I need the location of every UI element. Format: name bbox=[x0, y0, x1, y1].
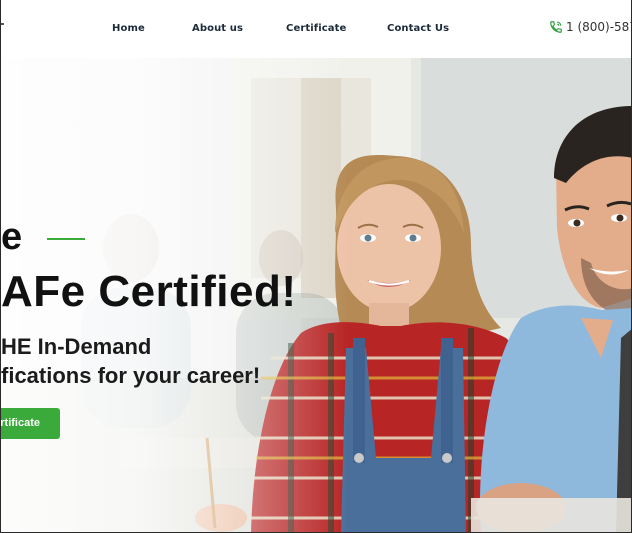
page: Home About us Certificate Contact Us 1 (… bbox=[0, 0, 632, 533]
hero-headline-line2: AFe Certified! bbox=[1, 267, 297, 316]
headline-accent-line bbox=[47, 238, 85, 240]
phone-number[interactable]: 1 (800)-587- bbox=[566, 20, 631, 34]
phone-icon bbox=[549, 20, 563, 34]
site-header: Home About us Certificate Contact Us 1 (… bbox=[1, 0, 631, 58]
nav-about-link[interactable]: About us bbox=[192, 23, 243, 34]
nav-home-link[interactable]: Home bbox=[112, 23, 145, 34]
hero-section: e AFe Certified! HE In-Demand fications … bbox=[1, 58, 631, 532]
logo[interactable] bbox=[1, 23, 4, 25]
nav-contact-link[interactable]: Contact Us bbox=[387, 23, 449, 34]
hero-headline-line1: e bbox=[1, 216, 23, 258]
hero-subtitle-line1: HE In-Demand bbox=[1, 334, 152, 359]
get-certificate-button[interactable]: rtificate bbox=[1, 408, 60, 439]
cta-label: rtificate bbox=[1, 417, 40, 429]
hero-subtitle-line2: fications for your career! bbox=[1, 363, 261, 388]
nav-certificate-link[interactable]: Certificate bbox=[286, 23, 346, 34]
phone-contact[interactable]: 1 (800)-587- bbox=[549, 20, 631, 34]
hero-subtitle: HE In-Demand fications for your career! bbox=[1, 332, 260, 390]
